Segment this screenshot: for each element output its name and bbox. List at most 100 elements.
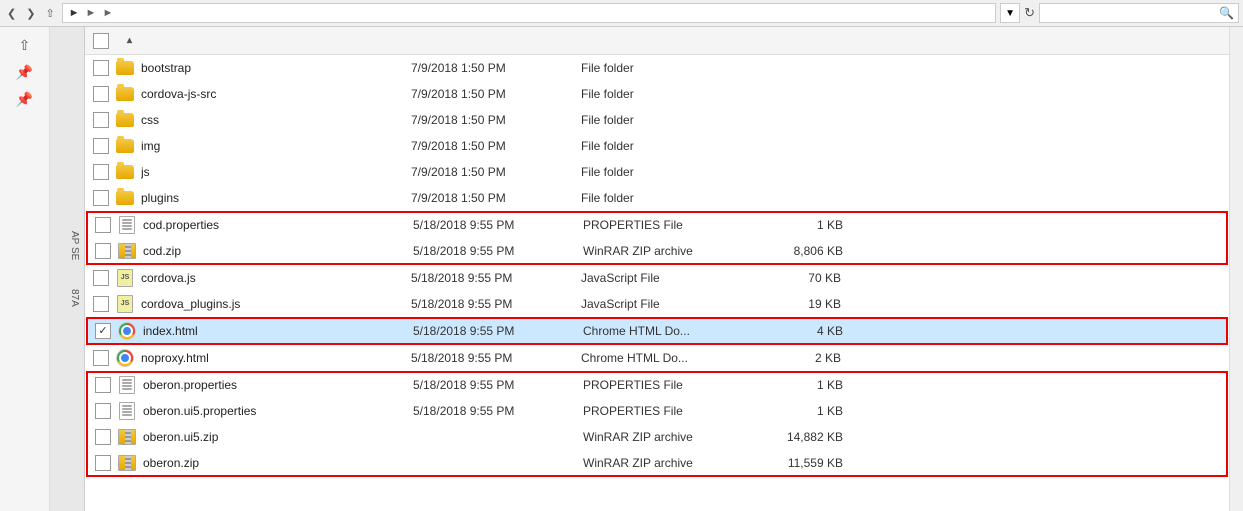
table-row[interactable]: JS cordova.js5/18/2018 9:55 PMJavaScript … — [85, 265, 1229, 291]
row-file-type: JavaScript File — [581, 297, 741, 311]
highlight-group-1: cod.properties5/18/2018 9:55 PMPROPERTIE… — [87, 212, 1227, 264]
row-checkbox[interactable] — [93, 112, 109, 128]
row-checkbox[interactable] — [93, 60, 109, 76]
row-checkbox[interactable] — [93, 164, 109, 180]
row-checkbox[interactable] — [95, 403, 111, 419]
row-file-type: WinRAR ZIP archive — [583, 430, 743, 444]
row-date-modified: 7/9/2018 1:50 PM — [411, 87, 581, 101]
row-file-type: PROPERTIES File — [583, 218, 743, 232]
search-submit-button[interactable]: 🔍 — [1219, 6, 1234, 20]
table-row[interactable]: js7/9/2018 1:50 PMFile folder — [85, 159, 1229, 185]
row-date-modified: 7/9/2018 1:50 PM — [411, 191, 581, 205]
address-right-controls: ▼ ↻ — [1000, 3, 1035, 23]
nav-back-button[interactable]: ❮ — [4, 7, 19, 20]
row-file-name: cod.zip — [143, 244, 413, 258]
props-icon — [117, 215, 137, 235]
scrollbar[interactable] — [1229, 27, 1243, 511]
row-checkbox[interactable] — [95, 243, 111, 259]
table-row[interactable]: index.html5/18/2018 9:55 PMChrome HTML D… — [87, 318, 1227, 344]
row-checkbox[interactable] — [95, 217, 111, 233]
toolbar-pin-button[interactable]: 📌 — [14, 62, 35, 83]
row-file-size: 1 KB — [743, 218, 843, 232]
folder-icon — [115, 110, 135, 130]
row-file-name: img — [141, 139, 411, 153]
row-checkbox[interactable] — [93, 350, 109, 366]
table-row[interactable]: bootstrap7/9/2018 1:50 PMFile folder — [85, 55, 1229, 81]
folder-icon — [115, 162, 135, 182]
row-checkbox[interactable] — [95, 455, 111, 471]
table-row[interactable]: noproxy.html5/18/2018 9:55 PMChrome HTML… — [85, 345, 1229, 371]
nav-forward-button[interactable]: ❯ — [23, 7, 38, 20]
row-file-name: oberon.ui5.zip — [143, 430, 413, 444]
row-checkbox[interactable] — [93, 190, 109, 206]
file-area: ▴ bootstrap7/9/2018 1:50 PMFile folderco… — [85, 27, 1229, 511]
row-checkbox[interactable] — [93, 270, 109, 286]
row-file-size: 8,806 KB — [743, 244, 843, 258]
row-file-name: cordova.js — [141, 271, 411, 285]
table-row[interactable]: JS cordova_plugins.js5/18/2018 9:55 PMJav… — [85, 291, 1229, 317]
row-file-type: WinRAR ZIP archive — [583, 456, 743, 470]
toolbar-pin2-button[interactable]: 📌 — [14, 89, 35, 110]
row-file-type: File folder — [581, 191, 741, 205]
table-row[interactable]: oberon.ui5.properties5/18/2018 9:55 PMPR… — [87, 398, 1227, 424]
breadcrumb-part-1: ► — [69, 7, 80, 19]
row-checkbox[interactable] — [95, 323, 111, 339]
row-file-size: 19 KB — [741, 297, 841, 311]
header-checkbox[interactable] — [93, 33, 109, 49]
row-date-modified: 5/18/2018 9:55 PM — [413, 378, 583, 392]
row-checkbox[interactable] — [93, 296, 109, 312]
table-row[interactable]: cordova-js-src7/9/2018 1:50 PMFile folde… — [85, 81, 1229, 107]
row-date-modified: 7/9/2018 1:50 PM — [411, 165, 581, 179]
row-date-modified: 5/18/2018 9:55 PM — [413, 324, 583, 338]
breadcrumb[interactable]: ► ► ► — [62, 3, 996, 23]
row-file-name: index.html — [143, 324, 413, 338]
address-bar: ❮ ❯ ⇧ ► ► ► ▼ ↻ 🔍 — [0, 0, 1243, 27]
table-row[interactable]: cod.zip5/18/2018 9:55 PMWinRAR ZIP archi… — [87, 238, 1227, 264]
row-date-modified: 5/18/2018 9:55 PM — [411, 271, 581, 285]
table-row[interactable]: cod.properties5/18/2018 9:55 PMPROPERTIE… — [87, 212, 1227, 238]
row-file-type: WinRAR ZIP archive — [583, 244, 743, 258]
row-checkbox[interactable] — [93, 86, 109, 102]
left-toolbar: ⇧ 📌 📌 — [0, 27, 50, 511]
row-date-modified: 5/18/2018 9:55 PM — [411, 297, 581, 311]
table-row[interactable]: oberon.properties5/18/2018 9:55 PMPROPER… — [87, 372, 1227, 398]
side-label-2: 87A — [50, 285, 84, 311]
row-file-size: 1 KB — [743, 404, 843, 418]
row-date-modified: 5/18/2018 9:55 PM — [413, 244, 583, 258]
toolbar-up-button[interactable]: ⇧ — [17, 35, 33, 56]
nav-up-button[interactable]: ⇧ — [42, 7, 57, 20]
file-list[interactable]: bootstrap7/9/2018 1:50 PMFile foldercord… — [85, 55, 1229, 511]
row-file-type: File folder — [581, 61, 741, 75]
row-file-name: cod.properties — [143, 218, 413, 232]
row-file-name: js — [141, 165, 411, 179]
js-icon: JS — [115, 294, 135, 314]
address-refresh-button[interactable]: ↻ — [1024, 5, 1035, 21]
row-checkbox[interactable] — [95, 377, 111, 393]
row-checkbox[interactable] — [93, 138, 109, 154]
table-row[interactable]: oberon.ui5.zipWinRAR ZIP archive14,882 K… — [87, 424, 1227, 450]
table-row[interactable]: css7/9/2018 1:50 PMFile folder — [85, 107, 1229, 133]
js-icon: JS — [115, 268, 135, 288]
table-row[interactable]: oberon.zipWinRAR ZIP archive11,559 KB — [87, 450, 1227, 476]
row-file-size: 70 KB — [741, 271, 841, 285]
row-file-name: cordova-js-src — [141, 87, 411, 101]
row-file-type: JavaScript File — [581, 271, 741, 285]
row-file-type: PROPERTIES File — [583, 378, 743, 392]
col-header-name[interactable]: ▴ — [93, 33, 403, 49]
search-input[interactable] — [1048, 7, 1215, 19]
row-file-name: plugins — [141, 191, 411, 205]
row-date-modified: 5/18/2018 9:55 PM — [413, 404, 583, 418]
highlight-group-2: oberon.properties5/18/2018 9:55 PMPROPER… — [87, 372, 1227, 476]
address-dropdown-button[interactable]: ▼ — [1000, 3, 1020, 23]
table-row[interactable]: plugins7/9/2018 1:50 PMFile folder — [85, 185, 1229, 211]
row-file-type: Chrome HTML Do... — [583, 324, 743, 338]
row-file-size: 2 KB — [741, 351, 841, 365]
row-file-name: noproxy.html — [141, 351, 411, 365]
row-checkbox[interactable] — [95, 429, 111, 445]
chrome-icon — [117, 321, 137, 341]
props-icon — [117, 375, 137, 395]
table-row[interactable]: img7/9/2018 1:50 PMFile folder — [85, 133, 1229, 159]
search-box[interactable]: 🔍 — [1039, 3, 1239, 23]
row-file-name: cordova_plugins.js — [141, 297, 411, 311]
folder-icon — [115, 58, 135, 78]
